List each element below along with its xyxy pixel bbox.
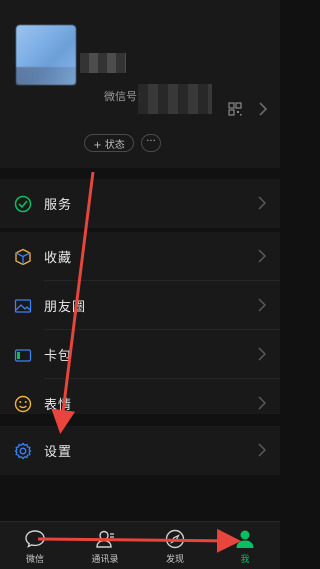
menu-item-settings[interactable]: 设置: [0, 426, 280, 475]
tab-label: 我: [240, 555, 250, 565]
favorites-icon: [15, 248, 31, 265]
gear-icon: [14, 442, 32, 459]
nickname-redacted: [80, 53, 126, 73]
more-status-button[interactable]: ···: [141, 134, 161, 152]
menu-item-label: 设置: [44, 445, 73, 460]
chevron-right-icon: [258, 396, 266, 410]
services-group: 服务: [0, 179, 280, 228]
tab-contacts[interactable]: 通讯录: [70, 522, 140, 569]
status-button[interactable]: + 状态: [84, 134, 134, 152]
more-label: ···: [146, 136, 156, 147]
chevron-right-icon: [258, 347, 266, 361]
chevron-right-icon: [259, 102, 268, 116]
menu-item-label: 卡包: [44, 349, 73, 364]
menu-item-label: 表情: [44, 398, 73, 413]
status-label: + 状态: [93, 139, 125, 151]
tab-label: 微信: [25, 555, 44, 565]
menu-item-services[interactable]: 服务: [0, 179, 280, 228]
contacts-icon: [96, 530, 114, 548]
qr-code-icon[interactable]: [228, 102, 242, 116]
menu-item-favorites[interactable]: 收藏: [0, 232, 280, 281]
chevron-right-icon: [258, 298, 266, 312]
moments-icon: [14, 298, 32, 313]
wechat-id-redacted: [138, 84, 212, 114]
menu-item-label: 收藏: [44, 251, 73, 266]
menu-item-moments[interactable]: 朋友圈: [0, 281, 280, 330]
chevron-right-icon: [258, 443, 266, 457]
tab-chats[interactable]: 微信: [0, 522, 70, 569]
settings-group: 设置: [0, 426, 280, 475]
services-icon: [14, 195, 32, 212]
me-icon: [236, 530, 254, 548]
chevron-right-icon: [258, 249, 266, 263]
menu-item-label: 朋友圈: [44, 300, 87, 315]
menu-item-cards[interactable]: 卡包: [0, 330, 280, 379]
menu-item-stickers[interactable]: 表情: [0, 379, 280, 428]
discover-icon: [165, 529, 185, 549]
profile-header[interactable]: 微信号： + 状态 ···: [0, 0, 280, 168]
card-wallet-icon: [14, 348, 32, 362]
tab-label: 发现: [165, 555, 184, 565]
tab-label: 通讯录: [91, 555, 119, 565]
bottom-tab-bar: 微信 通讯录 发现 我: [0, 521, 280, 569]
features-group: 收藏 朋友圈 卡包 表情: [0, 232, 280, 414]
tab-me[interactable]: 我: [210, 522, 280, 569]
chat-icon: [25, 530, 45, 548]
sticker-icon: [14, 395, 32, 412]
avatar[interactable]: [16, 25, 76, 85]
tab-discover[interactable]: 发现: [140, 522, 210, 569]
chevron-right-icon: [258, 196, 266, 210]
menu-item-label: 服务: [44, 198, 73, 213]
